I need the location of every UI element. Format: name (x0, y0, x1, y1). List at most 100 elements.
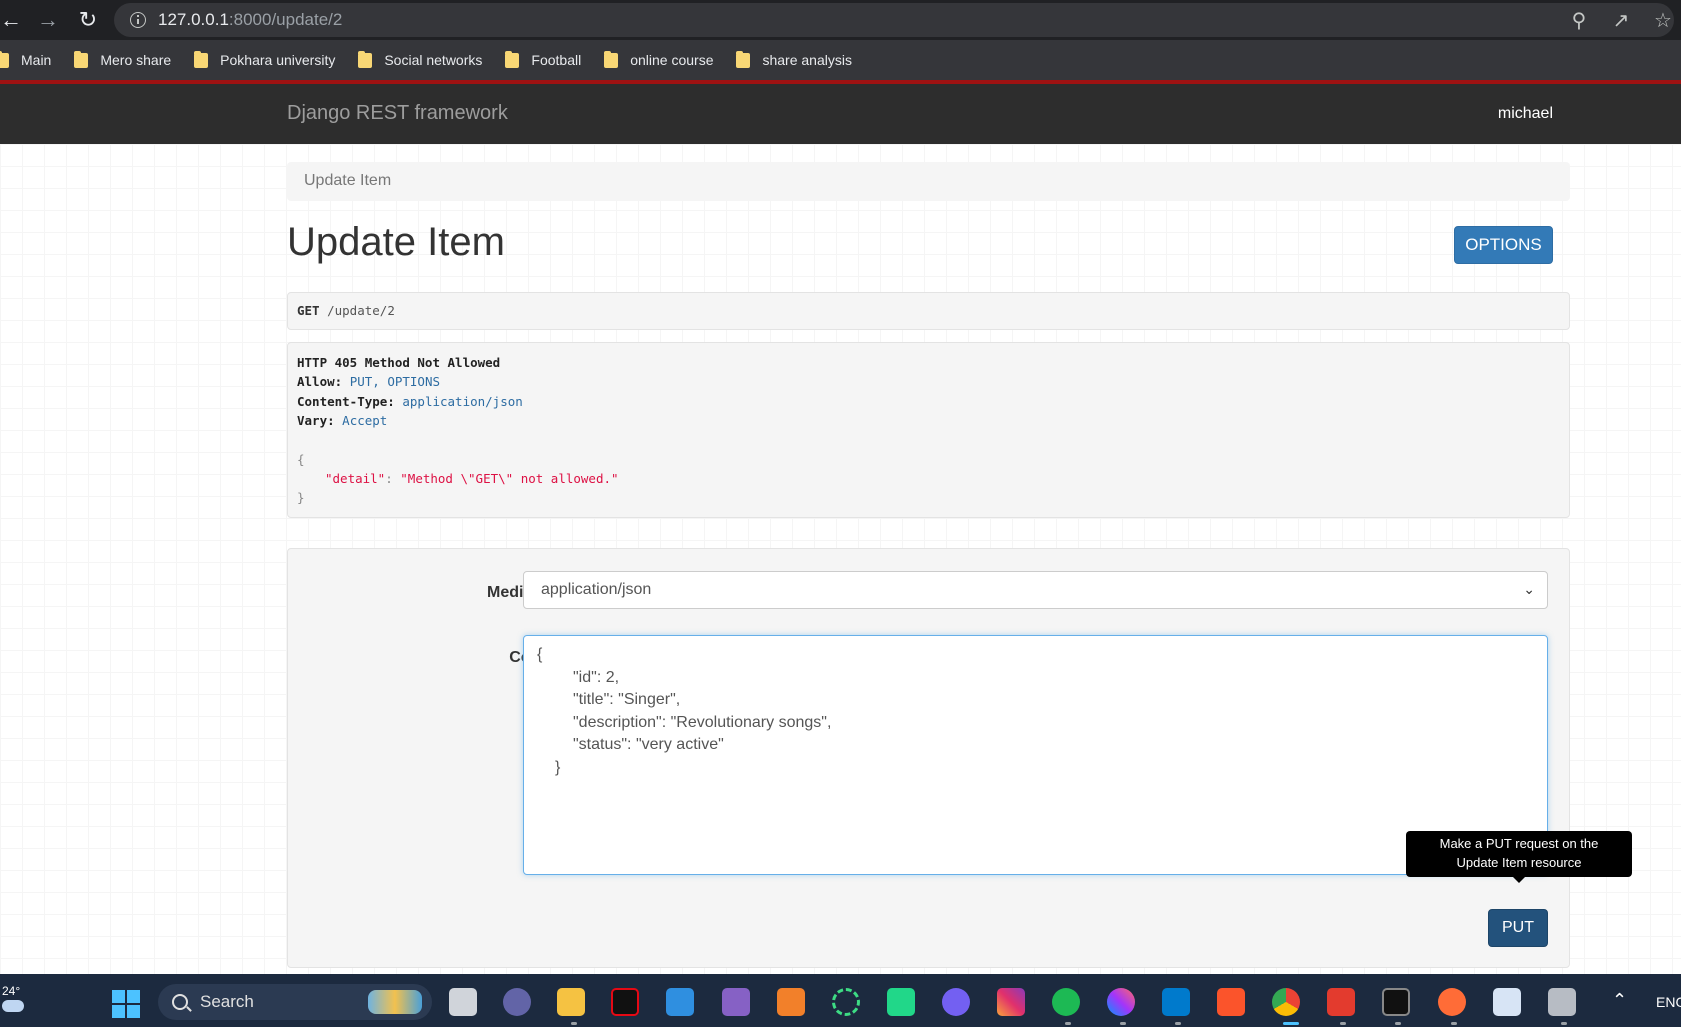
temperature: 24° (2, 984, 21, 998)
main-content: Update Item Update Item OPTIONS GET /upd… (0, 144, 1681, 974)
viber-icon[interactable] (942, 988, 970, 1016)
bookmark-label: Social networks (384, 52, 483, 68)
folder-icon (358, 50, 373, 68)
windows-start-icon[interactable] (112, 990, 140, 1018)
url-host: 127.0.0.1 (158, 10, 229, 29)
browser-toolbar: ← → ↻ 127.0.0.1:8000/update/2 ⚲ ↗ ☆ (0, 0, 1681, 40)
visual-studio-icon[interactable] (722, 988, 750, 1016)
running-indicator (1283, 1022, 1299, 1025)
bookmark-label: share analysis (762, 52, 852, 68)
cloud-icon (2, 1000, 24, 1012)
bookmarks-bar: Main Mero share Pokhara university Socia… (0, 40, 1681, 80)
options-button[interactable]: OPTIONS (1454, 226, 1553, 264)
content-line: "status": "very active" (573, 736, 724, 753)
brave-icon[interactable] (1217, 988, 1245, 1016)
loader-app-icon[interactable] (832, 988, 860, 1016)
brand-link[interactable]: Django REST framework (287, 102, 508, 125)
request-path: /update/2 (327, 303, 395, 318)
header-value: Accept (342, 413, 388, 429)
bookmark-main[interactable]: Main (0, 50, 52, 68)
response-info: HTTP 405 Method Not Allowed Allow: PUT, … (287, 342, 1570, 518)
forward-arrow-icon[interactable]: → (28, 0, 68, 40)
folder-icon (194, 50, 209, 68)
running-indicator (1561, 1022, 1567, 1025)
breadcrumb-item[interactable]: Update Item (304, 172, 391, 189)
bookmark-star-icon[interactable]: ☆ (1652, 8, 1674, 33)
json-value: "Method \"GET\" not allowed." (400, 471, 619, 487)
page-title: Update Item (287, 220, 505, 264)
media-type-value: application/json (541, 581, 652, 598)
content-line: "title": "Singer", (573, 691, 681, 708)
database-icon[interactable] (1548, 988, 1576, 1016)
sublime-icon[interactable] (777, 988, 805, 1016)
running-indicator (1340, 1022, 1346, 1025)
folder-icon (0, 50, 9, 68)
address-bar[interactable]: 127.0.0.1:8000/update/2 ⚲ ↗ ☆ (114, 3, 1674, 37)
response-status: HTTP 405 Method Not Allowed (297, 355, 501, 370)
running-indicator (1120, 1022, 1126, 1025)
file-explorer-icon[interactable] (557, 988, 585, 1016)
search-highlight-icon (368, 990, 422, 1014)
tooltip-line: Update Item resource (1456, 854, 1582, 870)
drf-navbar: Django REST framework michael (0, 84, 1681, 144)
running-indicator (571, 1022, 577, 1025)
folder-icon (505, 50, 520, 68)
bookmark-football[interactable]: Football (505, 50, 581, 68)
search-label: Search (200, 992, 254, 1011)
raw-data-form: Media type: application/json ⌄ Content: … (287, 548, 1632, 968)
share-icon[interactable]: ↗ (1610, 8, 1632, 33)
bookmark-social-networks[interactable]: Social networks (358, 50, 483, 68)
header-key: Vary: (297, 413, 335, 429)
zoom-icon[interactable]: ⚲ (1568, 8, 1590, 33)
spotify-icon[interactable] (1052, 988, 1080, 1016)
bookmark-label: online course (630, 52, 714, 68)
taskbar-search[interactable]: Search (158, 984, 432, 1020)
reload-icon[interactable]: ↻ (68, 0, 108, 40)
task-view-icon[interactable] (449, 988, 477, 1016)
user-menu[interactable]: michael (1498, 105, 1553, 123)
weather-widget[interactable]: 24° (2, 984, 24, 1012)
instagram-icon[interactable] (997, 988, 1025, 1016)
json-key: "detail" (325, 471, 386, 487)
json-close-brace: } (297, 490, 305, 506)
tooltip-line: Make a PUT request on the (1439, 836, 1599, 851)
chevron-up-icon[interactable]: ⌃ (1612, 990, 1627, 1011)
terminal-icon[interactable] (1382, 988, 1410, 1016)
running-indicator (1451, 1022, 1457, 1025)
content-line: } (555, 758, 561, 776)
request-method: GET (297, 303, 320, 318)
folder-icon (74, 50, 89, 68)
bookmark-online-course[interactable]: online course (604, 50, 714, 68)
chevron-down-icon: ⌄ (1523, 581, 1535, 597)
search-icon (172, 994, 188, 1010)
netflix-icon[interactable] (611, 988, 639, 1016)
bookmark-share-analysis[interactable]: share analysis (736, 50, 852, 68)
vscode-icon[interactable] (1162, 988, 1190, 1016)
chrome-icon[interactable] (1272, 988, 1300, 1016)
content-line: "description": "Revolutionary songs", (573, 713, 832, 731)
json-open-brace: { (297, 451, 305, 467)
messenger-icon[interactable] (1107, 988, 1135, 1016)
media-type-select[interactable]: application/json ⌄ (523, 571, 1548, 609)
folder-icon (604, 50, 619, 68)
back-arrow-icon[interactable]: ← (0, 0, 22, 40)
site-info-icon[interactable] (130, 12, 146, 28)
content-textarea[interactable]: { "id": 2, "title": "Singer", "descripti… (523, 635, 1548, 875)
put-button[interactable]: PUT (1488, 909, 1548, 947)
mail-icon[interactable] (666, 988, 694, 1016)
bookmark-pokhara-university[interactable]: Pokhara university (194, 50, 335, 68)
postman-icon[interactable] (1438, 988, 1466, 1016)
header-value: application/json (402, 393, 523, 409)
wps-office-icon[interactable] (1327, 988, 1355, 1016)
teams-icon[interactable] (503, 988, 531, 1016)
language-indicator[interactable]: ENG (1656, 994, 1681, 1010)
pycharm-icon[interactable] (887, 988, 915, 1016)
header-value: PUT, OPTIONS (349, 374, 440, 390)
notepad-icon[interactable] (1493, 988, 1521, 1016)
running-indicator (1065, 1022, 1071, 1025)
request-info: GET /update/2 (287, 292, 1570, 330)
folder-icon (736, 50, 751, 68)
bookmark-label: Main (21, 52, 52, 68)
running-indicator (1395, 1022, 1401, 1025)
bookmark-mero-share[interactable]: Mero share (74, 50, 171, 68)
